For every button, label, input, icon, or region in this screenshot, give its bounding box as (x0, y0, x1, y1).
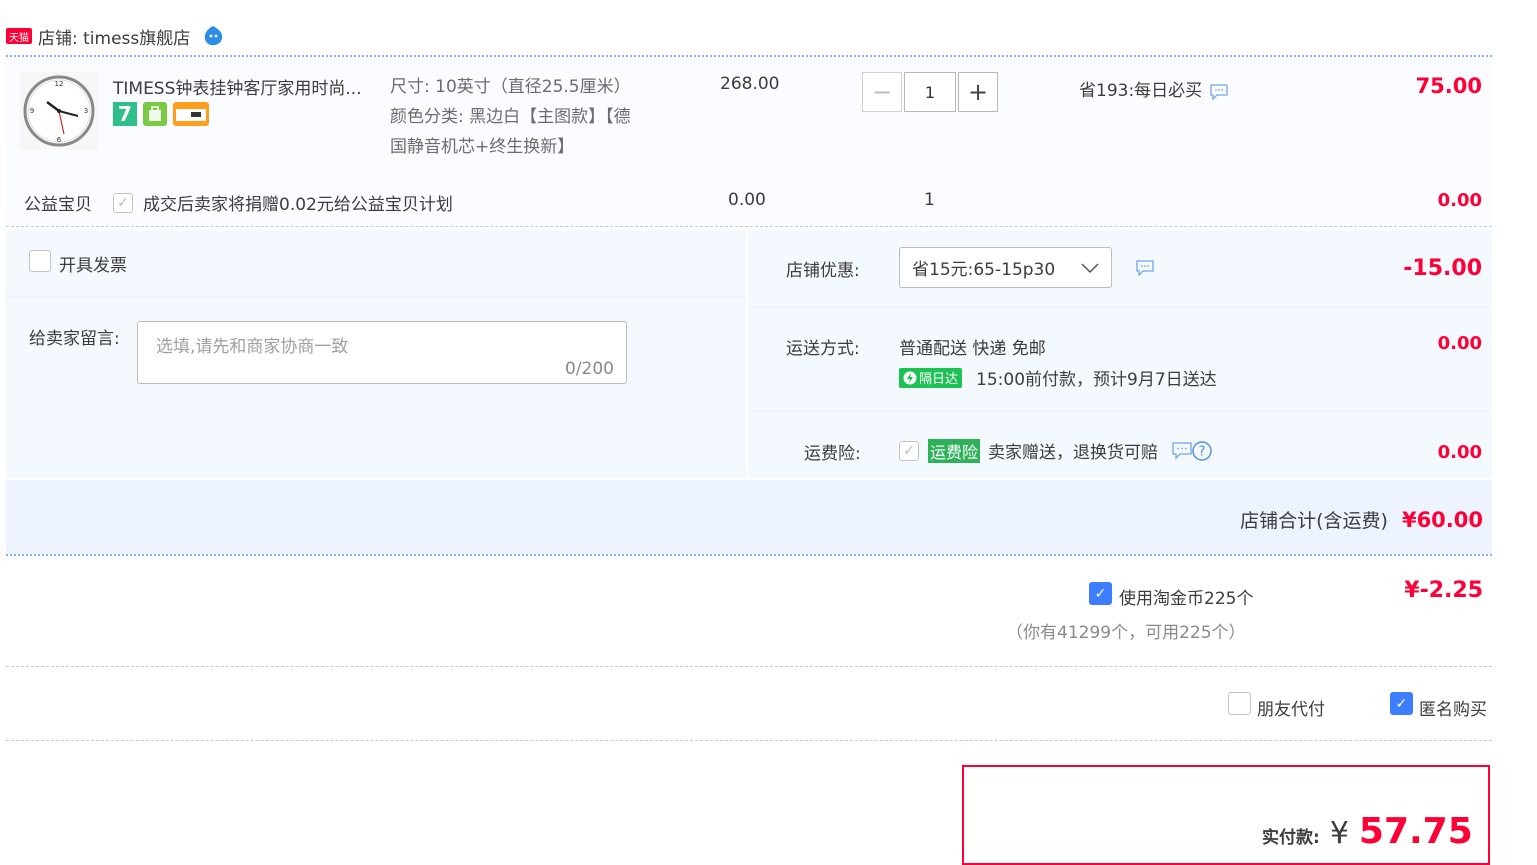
discount-chat-icon[interactable] (1136, 260, 1154, 276)
coins-label: 使用淘金币225个 (1119, 589, 1254, 609)
svg-text:6: 6 (57, 136, 62, 144)
svg-text:3: 3 (84, 107, 88, 115)
anonymous-label: 匿名购买 (1419, 700, 1487, 720)
discount-label: 店铺优惠: (786, 261, 860, 281)
item-amount: 75.00 (1415, 74, 1482, 98)
coins-amount: ¥-2.25 (1404, 578, 1483, 603)
insurance-amount: 0.00 (1437, 442, 1482, 463)
divider-coins (6, 666, 1492, 667)
friend-pay-label: 朋友代付 (1257, 700, 1325, 720)
insurance-badge: 运费险 (928, 438, 981, 463)
service-badges: 7 (113, 102, 209, 126)
charity-amount: 0.00 (1437, 190, 1482, 211)
spec-color-line1: 颜色分类: 黑边白【主图款】【德 (390, 107, 631, 127)
invoice-checkbox[interactable] (29, 250, 51, 272)
item-promo: 省193:每日必买 (1079, 76, 1228, 101)
charity-label: 公益宝贝 (24, 195, 92, 215)
product-title[interactable]: TIMESS钟表挂钟客厅家用时尚... (113, 74, 362, 99)
shop-header: 天猫 店铺: timess旗舰店 (6, 22, 224, 50)
invoice-label: 开具发票 (59, 256, 127, 276)
shop-name[interactable]: 店铺: timess旗舰店 (38, 24, 190, 49)
insurance-text: 卖家赠送，退换货可赔 (988, 443, 1159, 463)
next-day-badge: 隔日达 (899, 367, 963, 388)
svg-text:9: 9 (30, 107, 34, 115)
discount-amount: -15.00 (1403, 256, 1482, 281)
charity-qty: 1 (924, 190, 935, 210)
charity-price: 0.00 (728, 190, 766, 210)
divider-options (6, 740, 1492, 741)
product-thumbnail[interactable]: 12 3 6 9 (20, 72, 98, 150)
shipping-row (748, 308, 1492, 410)
shipping-method: 普通配送 快递 免邮 (899, 339, 1046, 359)
eta-text: 15:00前付款，预计9月7日送达 (976, 370, 1217, 390)
decrement-button[interactable]: − (862, 72, 902, 112)
message-textarea[interactable]: 选填,请先和商家协商一致 0/200 (137, 321, 627, 384)
shop-total-label: 店铺合计(含运费) (1240, 510, 1388, 532)
shop-total-amount: ¥60.00 (1401, 508, 1483, 532)
charity-text: 成交后卖家将捐赠0.02元给公益宝贝计划 (143, 195, 453, 215)
seven-day-return-icon: 7 (113, 102, 137, 126)
credit-card-icon (173, 102, 209, 126)
pay-label: 实付款: (1262, 828, 1320, 848)
divider-total (6, 554, 1492, 556)
insurance-info: 运费险 卖家赠送，退换货可赔 ? (928, 438, 1212, 463)
shipping-eta: 隔日达 15:00前付款，预计9月7日送达 (899, 365, 1217, 390)
svg-text:12: 12 (55, 80, 64, 88)
pay-currency: ¥ (1329, 816, 1349, 851)
discount-select[interactable]: 省15元:65-15p30 (899, 247, 1112, 288)
help-icon[interactable]: ? (1192, 440, 1212, 461)
pay-amount: 57.75 (1358, 811, 1473, 852)
chevron-down-icon (1081, 263, 1099, 274)
promo-text: 省193:每日必买 (1079, 81, 1203, 101)
unit-price: 268.00 (720, 74, 780, 94)
shipping-amount: 0.00 (1437, 333, 1482, 354)
divider-charity (6, 226, 1492, 227)
increment-button[interactable]: + (958, 72, 998, 112)
tmall-icon: 天猫 (6, 28, 32, 44)
shopping-bag-icon (143, 102, 167, 126)
quantity-stepper: − 1 + (862, 72, 998, 112)
shipping-label: 运送方式: (786, 339, 860, 359)
discount-selected: 省15元:65-15p30 (912, 260, 1056, 280)
quantity-input[interactable]: 1 (904, 72, 956, 112)
insurance-checkbox[interactable]: ✓ (899, 441, 919, 461)
payment-summary-box: 实付款: ¥ 57.75 (962, 765, 1490, 865)
spec-color-line2: 国静音机芯+终生换新】 (390, 137, 575, 157)
next-day-text: 隔日达 (919, 372, 959, 387)
message-label: 给卖家留言: (29, 329, 120, 349)
friend-pay-checkbox[interactable] (1228, 692, 1251, 715)
divider-top (6, 55, 1492, 57)
pay-total: 实付款: ¥ 57.75 (1262, 811, 1473, 852)
insurance-chat-icon[interactable] (1172, 441, 1192, 460)
wangwang-chat-icon[interactable] (202, 25, 224, 47)
message-counter: 0/200 (565, 359, 614, 379)
coins-note: （你有41299个，可用225个） (1006, 623, 1246, 643)
spec-size: 尺寸: 10英寸（直径25.5厘米） (390, 77, 631, 97)
promo-chat-icon[interactable] (1210, 83, 1228, 100)
charity-checkbox[interactable]: ✓ (113, 193, 133, 213)
coins-checkbox[interactable]: ✓ (1089, 582, 1112, 605)
insurance-label: 运费险: (804, 444, 861, 464)
anonymous-checkbox[interactable]: ✓ (1390, 692, 1413, 715)
lightning-icon (903, 371, 917, 384)
message-placeholder: 选填,请先和商家协商一致 (156, 337, 349, 357)
shop-total: 店铺合计(含运费) ¥60.00 (1240, 506, 1483, 533)
svg-text:?: ? (1199, 444, 1206, 459)
